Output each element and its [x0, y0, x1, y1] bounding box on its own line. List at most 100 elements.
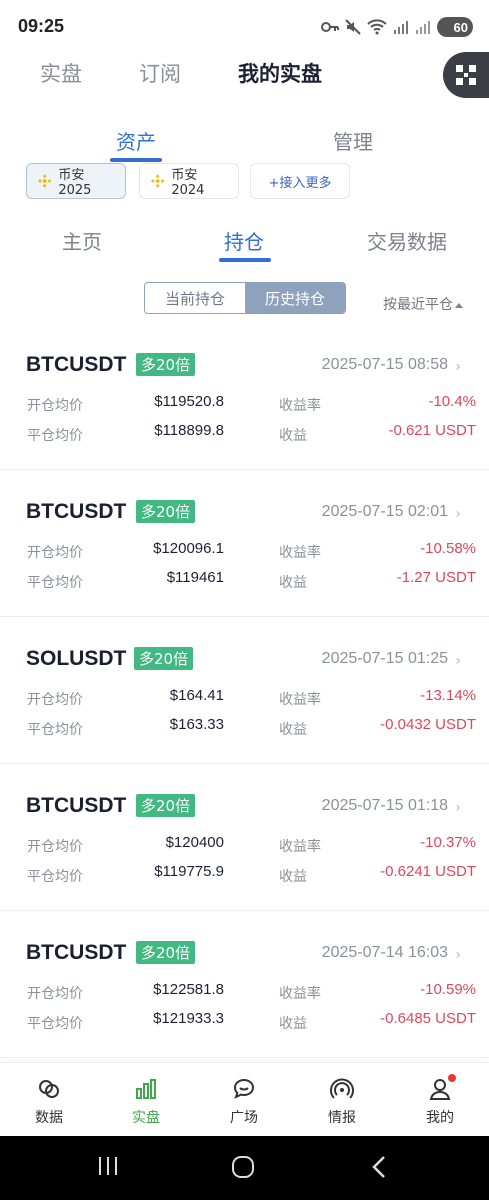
tab-home[interactable]: 主页 [62, 226, 102, 255]
chevron-right-icon: › [455, 800, 461, 816]
chevron-right-icon: › [455, 653, 461, 669]
bottom-nav-data[interactable]: 数据 [14, 1077, 84, 1127]
signal-icon [330, 1078, 354, 1099]
profit-label: 收益 [279, 722, 307, 738]
profit-value: -1.27 USDT [396, 569, 476, 586]
close-time: 2025-07-14 16:03 [321, 944, 448, 961]
position-symbol: BTCUSDT [26, 794, 127, 817]
close-avg-label: 平仓均价 [27, 1016, 83, 1032]
open-avg-label: 开仓均价 [27, 545, 83, 561]
bottom-nav-label: 广场 [230, 1110, 258, 1126]
close-time: 2025-07-15 08:58 [321, 356, 448, 373]
key-icon [321, 22, 339, 32]
system-nav-bar [0, 1136, 489, 1200]
profit-value: -0.621 USDT [388, 422, 476, 439]
tab-assets[interactable]: 资产 [116, 126, 156, 155]
recent-apps-icon [99, 1157, 117, 1175]
top-tab-subscribe[interactable]: 订阅 [139, 58, 181, 88]
current-positions-toggle[interactable]: 当前持仓 [145, 283, 245, 313]
sort-label: 按最近平仓 [383, 297, 453, 313]
bottom-nav-label: 我的 [426, 1110, 454, 1126]
top-nav: 实盘 订阅 我的实盘 [0, 52, 489, 98]
sort-dropdown[interactable]: 按最近平仓 [383, 294, 463, 314]
bottom-nav-square[interactable]: 广场 [209, 1077, 279, 1127]
bottom-nav-label: 情报 [328, 1110, 356, 1126]
status-time: 09:25 [18, 16, 65, 36]
return-rate-value: -13.14% [420, 687, 476, 704]
top-tab-live[interactable]: 实盘 [40, 58, 82, 88]
leverage-badge: 多20倍 [136, 353, 196, 376]
data-icon [39, 1080, 59, 1098]
bottom-nav-intel[interactable]: 情报 [307, 1077, 377, 1127]
return-rate-label: 收益率 [279, 398, 321, 414]
position-card[interactable]: BTCUSDT 多20倍 2025-07-15 08:58 › 开仓均价 $11… [0, 323, 489, 470]
home-button[interactable] [230, 1154, 256, 1184]
back-button[interactable] [370, 1154, 390, 1184]
close-avg-label: 平仓均价 [27, 869, 83, 885]
account-selector: 币安2025 币安2024 +接入更多 [0, 163, 489, 201]
section-tabs: 主页 持仓 交易数据 [0, 220, 489, 264]
profit-value: -0.6241 USDT [380, 863, 476, 880]
leverage-badge: 多20倍 [136, 794, 196, 817]
position-card[interactable]: BTCUSDT 多20倍 2025-07-14 16:03 › 开仓均价 $12… [0, 911, 489, 1058]
return-rate-label: 收益率 [279, 545, 321, 561]
open-avg-value: $164.41 [169, 687, 224, 704]
assets-tab-underline [110, 158, 162, 162]
close-avg-value: $119775.9 [154, 863, 224, 880]
signal-bars-icon [394, 21, 408, 34]
position-card[interactable]: SOLUSDT 多20倍 2025-07-15 01:25 › 开仓均价 $16… [0, 617, 489, 764]
position-symbol: SOLUSDT [26, 647, 127, 670]
close-avg-label: 平仓均价 [27, 722, 83, 738]
positions-tab-underline [219, 258, 271, 262]
binance-icon [150, 174, 165, 188]
account-binance-2024[interactable]: 币安2024 [139, 163, 239, 199]
position-symbol: BTCUSDT [26, 353, 127, 376]
return-rate-label: 收益率 [279, 692, 321, 708]
return-rate-value: -10.4% [428, 393, 476, 410]
profit-label: 收益 [279, 869, 307, 885]
add-account-button[interactable]: +接入更多 [250, 163, 350, 199]
account-binance-2025[interactable]: 币安2025 [26, 163, 126, 199]
bottom-nav-me[interactable]: 我的 [405, 1074, 475, 1127]
position-toggle: 当前持仓 历史持仓 [144, 282, 346, 314]
tab-trade-data[interactable]: 交易数据 [367, 226, 447, 255]
mute-icon [345, 19, 361, 35]
recent-apps-button[interactable] [96, 1154, 120, 1182]
sub-tabs: 资产 管理 [0, 118, 489, 164]
account-label: 币安2024 [171, 168, 205, 198]
chat-bubble-icon [233, 1078, 255, 1099]
close-time: 2025-07-15 02:01 [321, 503, 448, 520]
position-symbol: BTCUSDT [26, 941, 127, 964]
history-positions-toggle[interactable]: 历史持仓 [245, 283, 345, 313]
open-avg-label: 开仓均价 [27, 839, 83, 855]
close-time: 2025-07-15 01:18 [321, 797, 448, 814]
leverage-badge: 多20倍 [134, 647, 194, 670]
profit-value: -0.6485 USDT [380, 1010, 476, 1027]
qr-scan-button[interactable] [443, 52, 489, 98]
bottom-nav-live[interactable]: 实盘 [111, 1077, 181, 1127]
bottom-nav-label: 实盘 [132, 1110, 160, 1126]
status-bar: 09:25 60 [0, 0, 489, 52]
profit-label: 收益 [279, 428, 307, 444]
chevron-right-icon: › [455, 506, 461, 522]
return-rate-value: -10.59% [420, 981, 476, 998]
bar-chart-icon [136, 1079, 156, 1099]
positions-list: BTCUSDT 多20倍 2025-07-15 08:58 › 开仓均价 $11… [0, 323, 489, 1058]
top-tab-my-live[interactable]: 我的实盘 [238, 58, 322, 88]
open-avg-label: 开仓均价 [27, 692, 83, 708]
caret-up-icon [455, 302, 463, 308]
bottom-nav-label: 数据 [35, 1110, 63, 1126]
tab-manage[interactable]: 管理 [333, 126, 373, 155]
open-avg-value: $122581.8 [153, 981, 224, 998]
wifi-icon [367, 19, 387, 35]
status-icons: 60 [321, 17, 473, 37]
back-icon [372, 1156, 385, 1178]
notification-badge [448, 1074, 456, 1082]
position-card[interactable]: BTCUSDT 多20倍 2025-07-15 02:01 › 开仓均价 $12… [0, 470, 489, 617]
close-time: 2025-07-15 01:25 [321, 650, 448, 667]
tab-positions[interactable]: 持仓 [224, 226, 264, 255]
open-avg-value: $119520.8 [154, 393, 224, 410]
open-avg-value: $120400 [165, 834, 224, 851]
position-card[interactable]: BTCUSDT 多20倍 2025-07-15 01:18 › 开仓均价 $12… [0, 764, 489, 911]
close-avg-value: $119461 [166, 569, 224, 586]
